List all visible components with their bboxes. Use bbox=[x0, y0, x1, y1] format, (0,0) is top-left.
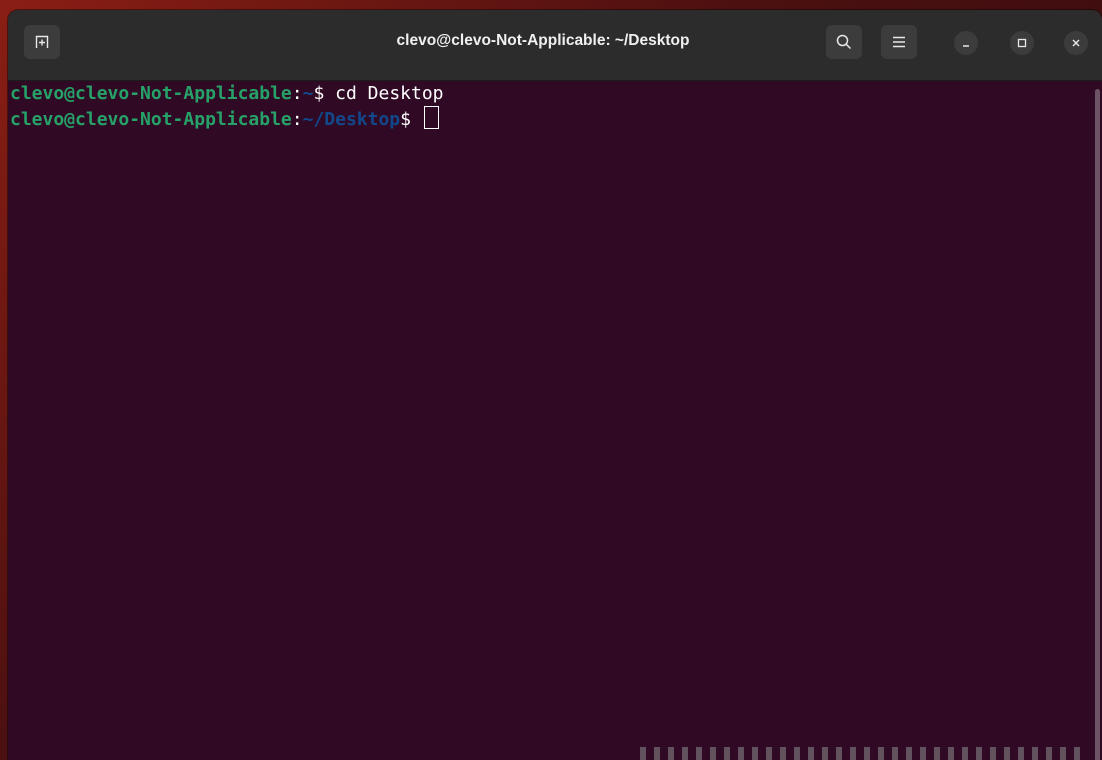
maximize-button[interactable] bbox=[1010, 31, 1034, 55]
dock-strip bbox=[640, 747, 1080, 760]
user-host: clevo@clevo-Not-Applicable bbox=[10, 83, 292, 104]
text-cursor bbox=[423, 106, 439, 129]
search-icon bbox=[836, 34, 852, 50]
user-host: clevo@clevo-Not-Applicable bbox=[10, 109, 292, 130]
terminal-output[interactable]: clevo@clevo-Not-Applicable:~$ cd Desktop… bbox=[8, 81, 1090, 760]
terminal-line: clevo@clevo-Not-Applicable:~/Desktop$ bbox=[10, 106, 1090, 131]
search-button[interactable] bbox=[826, 25, 862, 59]
new-tab-button[interactable] bbox=[24, 25, 60, 59]
terminal-window: clevo@clevo-Not-Applicable: ~/Desktop cl… bbox=[8, 10, 1102, 760]
window-title: clevo@clevo-Not-Applicable: ~/Desktop bbox=[396, 32, 690, 49]
hamburger-menu-icon bbox=[893, 36, 905, 48]
menu-button[interactable] bbox=[881, 25, 917, 59]
minimize-button[interactable] bbox=[954, 31, 978, 55]
new-tab-icon bbox=[35, 35, 49, 48]
prompt-symbol: $ bbox=[400, 109, 422, 130]
terminal-line: clevo@clevo-Not-Applicable:~$ cd Desktop bbox=[10, 81, 1090, 106]
minimize-icon bbox=[963, 45, 969, 47]
title-bar[interactable]: clevo@clevo-Not-Applicable: ~/Desktop bbox=[8, 10, 1102, 81]
working-directory: ~/Desktop bbox=[302, 109, 401, 130]
maximize-icon bbox=[1017, 38, 1027, 48]
scrollbar[interactable] bbox=[1092, 81, 1102, 760]
working-directory: ~ bbox=[302, 83, 314, 104]
close-button[interactable] bbox=[1064, 31, 1088, 55]
colon: : bbox=[291, 109, 303, 130]
close-icon bbox=[1072, 39, 1080, 47]
command-text: cd Desktop bbox=[335, 83, 444, 104]
prompt-symbol: $ bbox=[313, 83, 336, 104]
colon: : bbox=[291, 83, 303, 104]
scroll-thumb[interactable] bbox=[1095, 89, 1100, 760]
